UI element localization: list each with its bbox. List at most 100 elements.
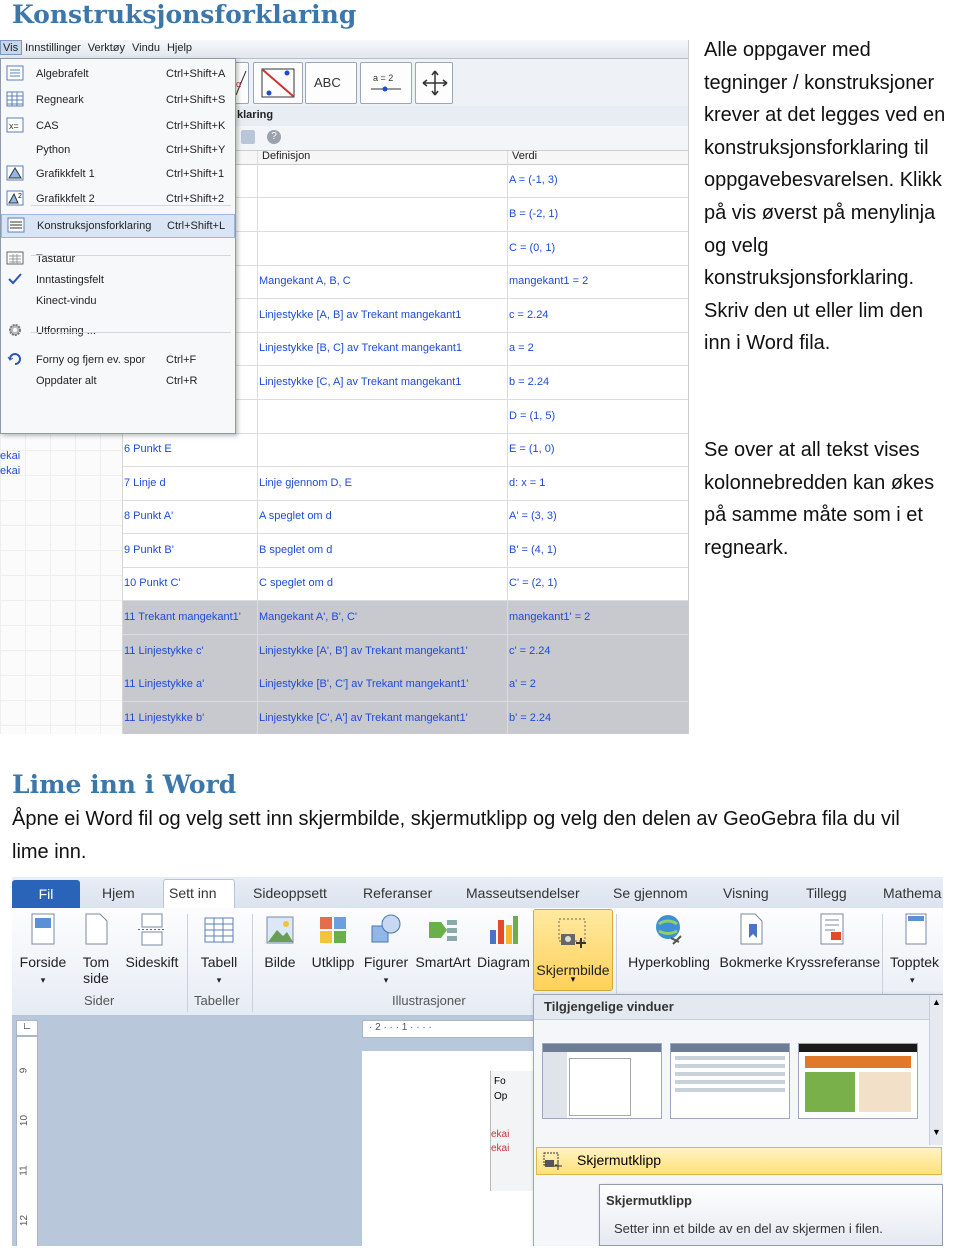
cross-reference-icon [820,913,844,945]
table-row[interactable]: 7 Linje d Linje gjennom D, E d: x = 1 [123,467,688,501]
view-menu-item[interactable]: Kinect-vindu [1,290,235,312]
view-menu-shortcut: Ctrl+F [166,354,197,366]
vertical-ruler[interactable]: 9 10 11 12 [16,1036,38,1246]
cell-name: 11 Linjestykke b' [124,712,205,724]
cell-name: 7 Linje d [124,477,166,489]
view-menu-item[interactable]: Algebrafelt Ctrl+Shift+A [1,63,235,85]
cell-def: Mangekant A, B, C [259,275,351,287]
svg-text:α: α [236,79,241,89]
sideskift-button[interactable]: Sideskift [122,912,182,970]
menu-vindu[interactable]: Vindu [129,40,164,54]
description-line: oppgavebesvarelsen. Klikk [704,169,942,192]
topptekst-button[interactable]: Topptek ▾ [890,912,943,986]
description-line: Skriv den ut eller lim den [704,299,923,322]
bilde-button[interactable]: Bilde [260,912,300,970]
svg-text:2: 2 [18,193,22,200]
view-menu-item[interactable]: Python Ctrl+Shift+Y [1,139,235,161]
menu-innstillinger[interactable]: Innstillinger [22,40,85,54]
screenshot-icon [558,918,586,948]
menu-vis[interactable]: Vis [0,40,23,55]
skjermbilde-button[interactable]: Skjermbilde ▾ [533,909,613,991]
column-divider [507,150,508,734]
cell-val: c = 2.24 [509,309,549,321]
table-row[interactable]: 8 Punkt A' A speglet om d A' = (3, 3) [123,500,688,534]
cell-val: A' = (3, 3) [509,510,557,522]
view-menu-item[interactable]: 2 Grafikkfelt 2 Ctrl+Shift+2 [1,188,235,210]
kryssreferanse-button[interactable]: Kryssreferanse [786,912,880,970]
window-thumbnail[interactable] [798,1043,918,1119]
tab-visning[interactable]: Visning [723,885,769,901]
view-menu-item[interactable]: Tastatur [1,248,235,270]
tab-hjem[interactable]: Hjem [102,885,135,901]
bokmerke-button[interactable]: Bokmerke [718,912,784,970]
group-separator [252,914,253,1012]
cell-name: 8 Punkt A' [124,510,174,522]
print-icon[interactable] [241,130,255,144]
cell-val: a' = 2 [509,678,536,690]
view-menu-label: Konstruksjonsforklaring [37,220,152,232]
help-icon[interactable]: ? [267,130,281,144]
window-thumbnail[interactable] [542,1043,662,1119]
description-line: konstruksjonsforklaring. [704,267,915,290]
view-menu-item[interactable]: Konstruksjonsforklaring Ctrl+Shift+L [1,214,235,238]
table-row[interactable]: 11 Trekant mangekant1' Mangekant A', B', … [123,601,688,635]
popup-scrollbar[interactable]: ▲ ▼ [929,995,943,1145]
tab-se-gjennom[interactable]: Se gjennom [613,885,688,901]
cover-page-icon [31,913,55,945]
description-line: tegninger / konstruksjoner [704,71,935,94]
tab-tillegg[interactable]: Tillegg [806,885,847,901]
figurer-button[interactable]: Figurer ▾ [362,912,410,986]
tom-side-button[interactable]: Tom side [78,912,114,986]
view-menu-item[interactable]: Inntastingsfelt [1,269,235,291]
view-menu-item[interactable]: Utforming ... [1,320,235,342]
group-tabeller: Tabeller [194,993,240,1008]
tab-mathematics[interactable]: Mathema [883,885,941,901]
tool-reflect-button[interactable] [253,62,303,104]
tab-sideoppsett[interactable]: Sideoppsett [253,885,327,901]
view-menu-item[interactable]: x= CAS Ctrl+Shift+K [1,115,235,137]
forside-button[interactable]: Forside ▾ [18,912,68,986]
tab-referanser[interactable]: Referanser [363,885,432,901]
skjermutklipp-item[interactable]: Skjermutklipp [536,1147,942,1175]
description-line: krever at det legges ved en [704,104,946,127]
tab-fil[interactable]: Fil [12,880,80,908]
table-row[interactable]: 11 Linjestykke c' Linjestykke [A', B'] av… [123,635,688,669]
view-menu-shortcut: Ctrl+Shift+2 [166,193,225,205]
view-menu-item[interactable]: Forny og fjern ev. spor Ctrl+F [1,349,235,371]
menu-verktoy[interactable]: Verktøy [85,40,129,54]
hyperlink-globe-icon [656,915,682,945]
tabell-button[interactable]: Tabell ▾ [197,912,241,986]
tool-text-button[interactable]: ABC [305,62,357,104]
table-row[interactable]: 10 Punkt C' C speglet om d C' = (2, 1) [123,567,688,601]
cell-def: Linjestykke [A, B] av Trekant mangekant1 [259,309,462,321]
view-menu-item[interactable]: Oppdater alt Ctrl+R [1,370,235,392]
col-value-header[interactable]: Verdi [508,150,688,165]
col-definition-header[interactable]: Definisjon [258,150,508,165]
view-menu-label: Forny og fjern ev. spor [36,354,146,366]
table-row[interactable]: 11 Linjestykke b' Linjestykke [C', A'] av… [123,702,688,734]
smartart-button[interactable]: SmartArt [415,912,471,970]
diagram-button[interactable]: Diagram [477,912,530,970]
hyperkobling-button[interactable]: Hyperkobling [624,912,714,970]
horizontal-ruler[interactable]: · 2 · · · 1 · · · · [362,1020,545,1038]
window-thumbnail[interactable] [670,1043,790,1119]
table-row[interactable]: 11 Linjestykke a' Linjestykke [B', C'] av… [123,668,688,702]
table-row[interactable]: 6 Punkt E E = (1, 0) [123,433,688,467]
tool-move-graphics-button[interactable] [415,62,453,104]
tool-slider-button[interactable]: a = 2 [360,62,412,104]
utklipp-button[interactable]: Utklipp [309,912,357,970]
view-menu-label: Regneark [36,94,84,106]
table-row[interactable]: 9 Punkt B' B speglet om d B' = (4, 1) [123,534,688,568]
view-menu-label: Oppdater alt [36,375,97,387]
tab-stop-selector[interactable]: ∟ [16,1020,38,1036]
tab-masseutsendelser[interactable]: Masseutsendelser [466,885,580,901]
view-menu-item[interactable]: Regneark Ctrl+Shift+S [1,89,235,111]
document-page[interactable]: Fo Op ekai ekai [362,1051,543,1246]
smartart-icon [429,920,457,941]
view-menu-item[interactable]: Grafikkfelt 1 Ctrl+Shift+1 [1,163,235,185]
panel-title: klaring [237,109,274,121]
panel-iconbar: ? [235,126,688,151]
chart-icon [490,916,518,944]
tab-sett-inn[interactable]: Sett inn [169,885,216,901]
menu-hjelp[interactable]: Hjelp [164,40,196,54]
